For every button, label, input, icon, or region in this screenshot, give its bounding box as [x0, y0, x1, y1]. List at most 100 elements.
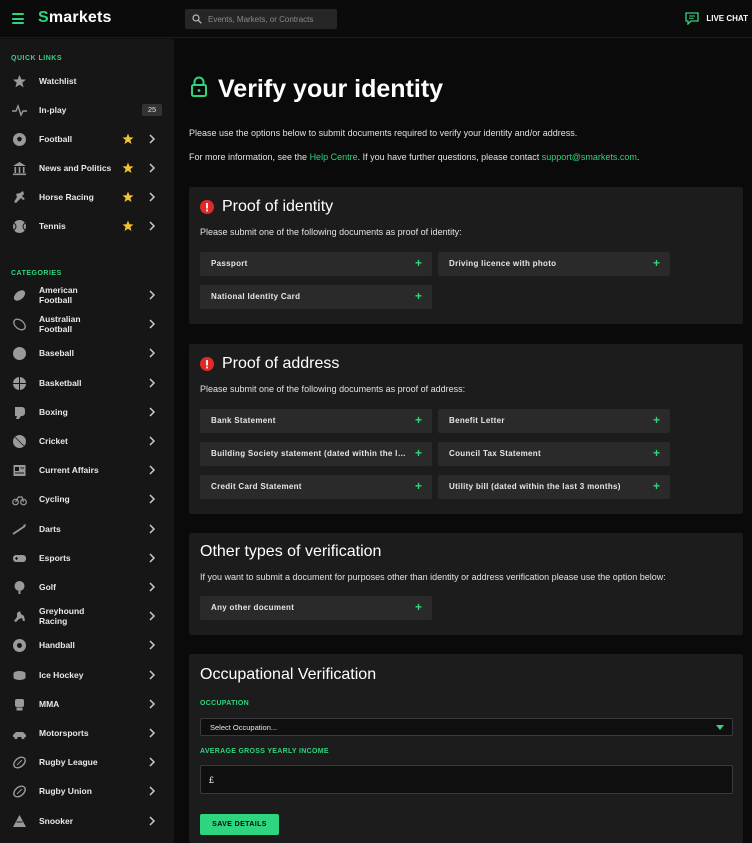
chevron-right-icon[interactable]: [148, 134, 156, 144]
sidebar-item-rugby-league[interactable]: Rugby League: [0, 748, 174, 776]
upload-credit-card-statement-button[interactable]: Credit Card Statement +: [200, 475, 432, 499]
chevron-right-icon[interactable]: [148, 757, 156, 767]
tennis-ball-icon: [13, 220, 26, 233]
greyhound-icon: [14, 611, 25, 622]
upload-utility-bill-button[interactable]: Utility bill (dated within the last 3 mo…: [438, 475, 670, 499]
sidebar-item-snooker[interactable]: Snooker: [0, 807, 174, 835]
building-icon: [13, 162, 26, 176]
help-centre-link[interactable]: Help Centre: [310, 152, 358, 162]
sidebar-item-golf[interactable]: Golf: [0, 573, 174, 601]
income-input[interactable]: [218, 774, 719, 785]
sidebar-item-handball[interactable]: Handball: [0, 631, 174, 659]
income-field[interactable]: £: [200, 765, 733, 794]
chevron-right-icon[interactable]: [148, 465, 156, 475]
chevron-right-icon[interactable]: [148, 553, 156, 563]
plus-icon: +: [652, 479, 660, 493]
bicycle-icon: [12, 496, 27, 506]
quick-links-title: QUICK LINKS: [11, 55, 62, 62]
chevron-right-icon[interactable]: [148, 670, 156, 680]
favourite-star-icon[interactable]: [122, 191, 134, 203]
chevron-right-icon[interactable]: [148, 436, 156, 446]
chevron-right-icon[interactable]: [148, 290, 156, 300]
chevron-right-icon[interactable]: [148, 611, 156, 621]
upload-driving-licence-button[interactable]: Driving licence with photo +: [438, 252, 670, 276]
sidebar-item-esports[interactable]: Esports: [0, 544, 174, 572]
search-box[interactable]: [185, 9, 337, 29]
chevron-right-icon[interactable]: [148, 582, 156, 592]
plus-icon: +: [414, 413, 422, 427]
upload-building-society-statement-button[interactable]: Building Society statement (dated within…: [200, 442, 432, 466]
plus-icon: +: [652, 413, 660, 427]
sidebar-item-boxing[interactable]: Boxing: [0, 398, 174, 426]
plus-icon: +: [414, 256, 422, 270]
gamepad-icon: [13, 555, 26, 562]
sidebar-item-football[interactable]: Football: [0, 125, 174, 153]
sidebar-item-cricket[interactable]: Cricket: [0, 427, 174, 455]
sidebar-item-australian-football[interactable]: Australian Football: [0, 310, 174, 338]
sidebar-item-in-play[interactable]: In-play 25: [0, 96, 174, 124]
card-title: Other types of verification: [200, 543, 382, 560]
sidebar-item-greyhound-racing[interactable]: Greyhound Racing: [0, 602, 174, 630]
upload-bank-statement-button[interactable]: Bank Statement +: [200, 409, 432, 433]
sidebar-item-american-football[interactable]: American Football: [0, 281, 174, 309]
upload-other-document-button[interactable]: Any other document +: [200, 596, 432, 620]
upload-passport-button[interactable]: Passport +: [200, 252, 432, 276]
chevron-right-icon[interactable]: [148, 221, 156, 231]
hamburger-menu-icon[interactable]: [12, 13, 24, 24]
sidebar-item-baseball[interactable]: Baseball: [0, 339, 174, 367]
upload-benefit-letter-button[interactable]: Benefit Letter +: [438, 409, 670, 433]
hockey-puck-icon: [13, 671, 26, 680]
sidebar-item-rugby-union[interactable]: Rugby Union: [0, 777, 174, 805]
rugby-ball-icon: [13, 756, 26, 769]
chevron-right-icon[interactable]: [148, 407, 156, 417]
favourite-star-icon[interactable]: [122, 162, 134, 174]
chevron-right-icon[interactable]: [148, 699, 156, 709]
sidebar-item-cycling[interactable]: Cycling: [0, 485, 174, 513]
sidebar-item-tennis[interactable]: Tennis: [0, 212, 174, 240]
card-title: Proof of address: [200, 355, 339, 373]
chevron-right-icon[interactable]: [148, 816, 156, 826]
golf-ball-icon: [14, 581, 25, 594]
chevron-right-icon[interactable]: [148, 378, 156, 388]
live-chat-button[interactable]: LIVE CHAT: [685, 12, 748, 25]
chevron-right-icon[interactable]: [148, 319, 156, 329]
sidebar-item-mma[interactable]: MMA: [0, 690, 174, 718]
chevron-right-icon[interactable]: [148, 786, 156, 796]
other-verification-card: Other types of verification If you want …: [189, 533, 743, 635]
chevron-right-icon[interactable]: [148, 728, 156, 738]
favourite-star-icon[interactable]: [122, 220, 134, 232]
plus-icon: +: [652, 256, 660, 270]
occupation-select[interactable]: Select Occupation...: [200, 718, 733, 736]
chevron-right-icon[interactable]: [148, 348, 156, 358]
lock-icon: [191, 76, 207, 97]
sidebar-item-basketball[interactable]: Basketball: [0, 369, 174, 397]
support-email-link[interactable]: support@smarkets.com: [542, 152, 637, 162]
chevron-right-icon[interactable]: [148, 192, 156, 202]
chevron-right-icon[interactable]: [148, 494, 156, 504]
smarkets-logo[interactable]: Smarkets: [38, 9, 112, 27]
chevron-right-icon[interactable]: [148, 524, 156, 534]
card-title: Proof of identity: [200, 198, 333, 216]
favourite-star-icon[interactable]: [122, 133, 134, 145]
horse-icon: [14, 191, 25, 203]
chevron-right-icon[interactable]: [148, 163, 156, 173]
search-input[interactable]: [208, 14, 333, 24]
main-content: Verify your identity Please use the opti…: [174, 39, 752, 843]
save-details-button[interactable]: SAVE DETAILS: [200, 814, 279, 835]
sidebar-item-news-and-politics[interactable]: News and Politics: [0, 154, 174, 182]
plus-icon: +: [414, 479, 422, 493]
sidebar-item-motorsports[interactable]: Motorsports: [0, 719, 174, 747]
sidebar-item-horse-racing[interactable]: Horse Racing: [0, 183, 174, 211]
card-subtitle: Please submit one of the following docum…: [200, 227, 462, 237]
chevron-right-icon[interactable]: [148, 640, 156, 650]
upload-council-tax-statement-button[interactable]: Council Tax Statement +: [438, 442, 670, 466]
mma-glove-icon: [15, 699, 24, 711]
sidebar-item-darts[interactable]: Darts: [0, 515, 174, 543]
plus-icon: +: [414, 289, 422, 303]
australian-football-icon: [13, 318, 26, 331]
upload-national-id-button[interactable]: National Identity Card +: [200, 285, 432, 309]
racing-car-icon: [13, 732, 26, 740]
sidebar-item-current-affairs[interactable]: Current Affairs: [0, 456, 174, 484]
sidebar-item-ice-hockey[interactable]: Ice Hockey: [0, 661, 174, 689]
sidebar-item-watchlist[interactable]: Watchlist: [0, 67, 174, 95]
